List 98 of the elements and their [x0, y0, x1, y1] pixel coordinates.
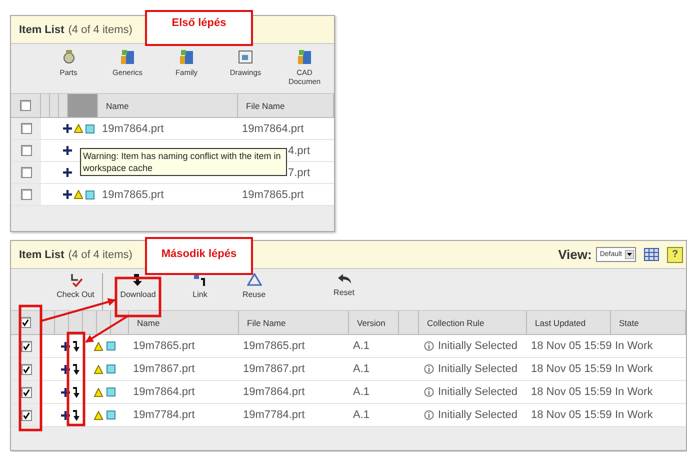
download-icon	[73, 386, 80, 398]
column-header[interactable]: Collection Rule	[419, 311, 527, 334]
download-icon	[73, 410, 80, 420]
panel-title: Item List	[19, 24, 64, 36]
table-cell: Initially Selected	[438, 340, 518, 352]
toolbar-button[interactable]: Reset	[317, 273, 371, 310]
checkbox[interactable]	[20, 167, 32, 178]
plus-icon	[61, 410, 70, 420]
checkbox[interactable]	[20, 189, 32, 200]
table-cell-text: 19m7867.prt	[132, 362, 196, 377]
part-icon	[60, 49, 76, 65]
cube-icon	[85, 124, 95, 134]
item-count: (4 of 4 items)	[68, 248, 132, 260]
view-label: View:	[558, 247, 592, 262]
plus-icon	[61, 388, 70, 396]
table-cell-text: 18 Nov 05 15:59	[530, 408, 611, 423]
cube-icon	[106, 387, 116, 397]
table-cell-text: A.1	[352, 362, 371, 377]
download-icon	[73, 340, 80, 352]
drawing-icon	[238, 49, 254, 65]
table-cell-text: In Work	[614, 339, 654, 354]
table-cell-text: 19m7865.prt	[132, 339, 196, 354]
column-header[interactable]: State	[611, 311, 686, 334]
download-icon	[73, 364, 80, 374]
table-cell: Initially Selected	[438, 409, 518, 421]
table-cell-text: 18 Nov 05 15:59	[530, 385, 611, 400]
table-cell: Initially Selected	[438, 363, 518, 375]
plus-icon	[63, 146, 72, 155]
cube-icon	[106, 341, 116, 351]
plus-icon	[61, 364, 70, 374]
table-cell-text: A.1	[352, 339, 371, 354]
table-cell-text: 19m7864.prt	[132, 385, 196, 400]
table-cell-text: 19m7864.prt	[242, 385, 306, 400]
checkbox[interactable]	[20, 145, 32, 156]
info-icon	[424, 364, 434, 374]
checkbox[interactable]	[20, 364, 32, 374]
item-count: (4 of 4 items)	[68, 24, 132, 36]
checkbox[interactable]	[20, 410, 32, 420]
plus-icon	[63, 190, 72, 199]
cube-icon	[106, 410, 116, 420]
plus-icon	[63, 168, 72, 177]
table-cell-text: 18 Nov 05 15:59	[530, 362, 611, 377]
checkbox[interactable]	[20, 123, 32, 134]
blocks-icon	[120, 49, 136, 65]
plus-icon	[63, 124, 72, 133]
toolbar-button[interactable]: Reuse	[227, 273, 281, 310]
table-cell-text: 18 Nov 05 15:59	[530, 339, 611, 354]
table-cell-text: A.1	[352, 385, 371, 400]
warning-icon	[74, 124, 83, 133]
cube-icon	[106, 364, 116, 374]
help-button[interactable]: ?	[667, 246, 683, 262]
column-header[interactable]: Version	[349, 311, 399, 334]
table-cell-text: 19m7864.prt	[101, 122, 165, 136]
column-header[interactable]: File Name	[238, 94, 334, 117]
warning-icon	[94, 410, 103, 420]
checkbox[interactable]	[20, 340, 32, 352]
warning-icon	[74, 190, 83, 199]
undo-icon	[336, 273, 352, 285]
table-cell-text: 19m7864.prt	[241, 122, 305, 136]
download-icon	[132, 273, 144, 287]
table-cell-text: In Work	[614, 408, 654, 423]
table-cell-text: 19m7865.prt	[241, 188, 305, 202]
caret-icon	[625, 250, 634, 259]
table-cell: Initially Selected	[438, 386, 518, 398]
highlight-frame	[114, 276, 162, 318]
table-cell-text: 19m7784.prt	[132, 408, 196, 423]
blocks-icon	[178, 49, 194, 65]
table-cell-text: 19m7867.prt	[242, 362, 306, 377]
plus-icon	[61, 342, 70, 350]
column-header[interactable]: File Name	[239, 311, 349, 334]
table-cell-text: 19m7865.prt	[242, 339, 306, 354]
table-icon[interactable]	[644, 248, 659, 261]
table-cell-text: In Work	[614, 362, 654, 377]
column-header[interactable]: Name	[129, 311, 239, 334]
info-icon	[424, 387, 434, 397]
warning-icon	[94, 388, 103, 396]
panel-title: Item List	[19, 248, 64, 260]
warning-icon	[94, 342, 103, 350]
table-cell: 7.prt	[288, 166, 310, 178]
table-cell-text: 19m7865.prt	[101, 188, 165, 202]
table-cell: 4.prt	[288, 144, 310, 156]
tooltip: Warning: Item has naming conflict with the item in workspace cache	[80, 148, 287, 176]
info-icon	[424, 341, 434, 351]
step-label: Első lépés	[145, 10, 253, 46]
column-header[interactable]: Name	[98, 94, 238, 117]
recycle-icon	[246, 273, 262, 287]
cube-icon	[85, 190, 95, 200]
table-cell-text: 19m7784.prt	[242, 408, 306, 423]
column-header[interactable]: Last Updated	[527, 311, 611, 334]
checkbox[interactable]	[20, 386, 32, 398]
checkbox[interactable]	[20, 100, 31, 111]
warning-icon	[94, 364, 103, 374]
table-cell-text: A.1	[352, 408, 371, 423]
table-cell-text: In Work	[614, 385, 654, 400]
step-label: Második lépés	[145, 237, 253, 275]
info-icon	[424, 410, 434, 420]
toolbar-button[interactable]: Check Out	[49, 273, 103, 310]
blocks-icon	[296, 49, 312, 65]
